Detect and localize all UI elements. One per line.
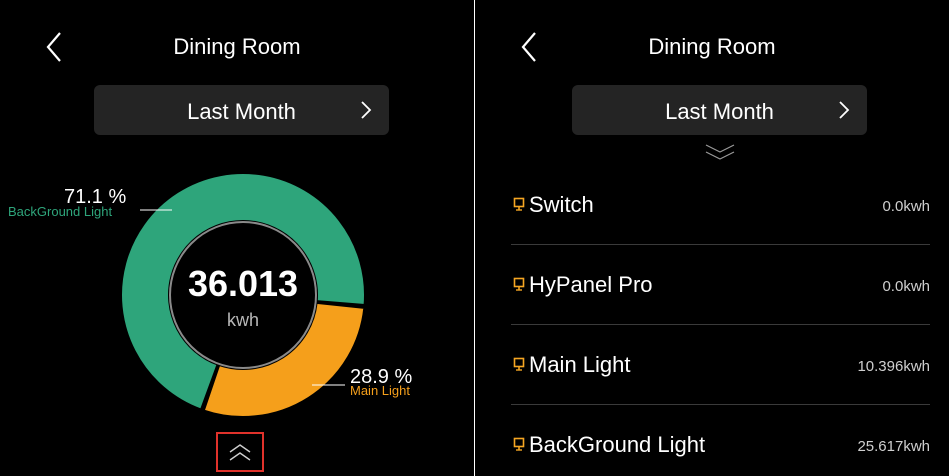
device-icon — [513, 437, 525, 451]
device-name: Main Light — [529, 352, 631, 377]
device-icon — [513, 277, 525, 291]
chevrons-up-icon — [229, 444, 251, 461]
device-energy: 0.0kwh — [882, 278, 930, 295]
period-label: Last Month — [187, 99, 296, 124]
device-list: Switch 0.0kwh HyPanel Pro 0.0kwh Main Li… — [511, 165, 930, 476]
device-icon — [513, 357, 525, 371]
slice-legend-background: BackGround Light — [8, 204, 112, 219]
total-unit: kwh — [227, 310, 259, 330]
period-selector[interactable]: Last Month — [572, 85, 867, 135]
device-name: HyPanel Pro — [529, 272, 653, 297]
chevron-right-icon — [839, 101, 850, 119]
device-icon — [513, 197, 525, 211]
expand-list-button[interactable] — [216, 432, 264, 472]
device-name: Switch — [529, 192, 594, 217]
device-energy: 0.0kwh — [882, 198, 930, 215]
device-row-switch[interactable]: Switch 0.0kwh — [511, 165, 930, 245]
slice-legend-main: Main Light — [350, 383, 410, 398]
device-row-hypanel-pro[interactable]: HyPanel Pro 0.0kwh — [511, 245, 930, 325]
page-title: Dining Room — [173, 34, 301, 59]
total-value: 36.013 — [188, 263, 298, 304]
chevron-right-icon — [361, 101, 372, 119]
energy-donut-chart: 71.1 % BackGround Light 28.9 % Main Ligh… — [0, 150, 474, 430]
period-label: Last Month — [665, 99, 774, 124]
device-row-main-light[interactable]: Main Light 10.396kwh — [511, 325, 930, 405]
page-title: Dining Room — [648, 34, 776, 59]
period-selector[interactable]: Last Month — [94, 85, 389, 135]
chevrons-down-icon — [705, 144, 735, 160]
right-panel: Dining Room Last Month Switch 0.0kwh HyP… — [475, 0, 949, 476]
device-row-background-light[interactable]: BackGround Light 25.617kwh — [511, 405, 930, 476]
device-name: BackGround Light — [529, 432, 706, 457]
collapse-list-button[interactable] — [703, 140, 737, 164]
device-energy: 10.396kwh — [857, 358, 930, 375]
left-panel: Dining Room Last Month 71.1 % BackGround… — [0, 0, 474, 476]
device-energy: 25.617kwh — [857, 438, 930, 455]
